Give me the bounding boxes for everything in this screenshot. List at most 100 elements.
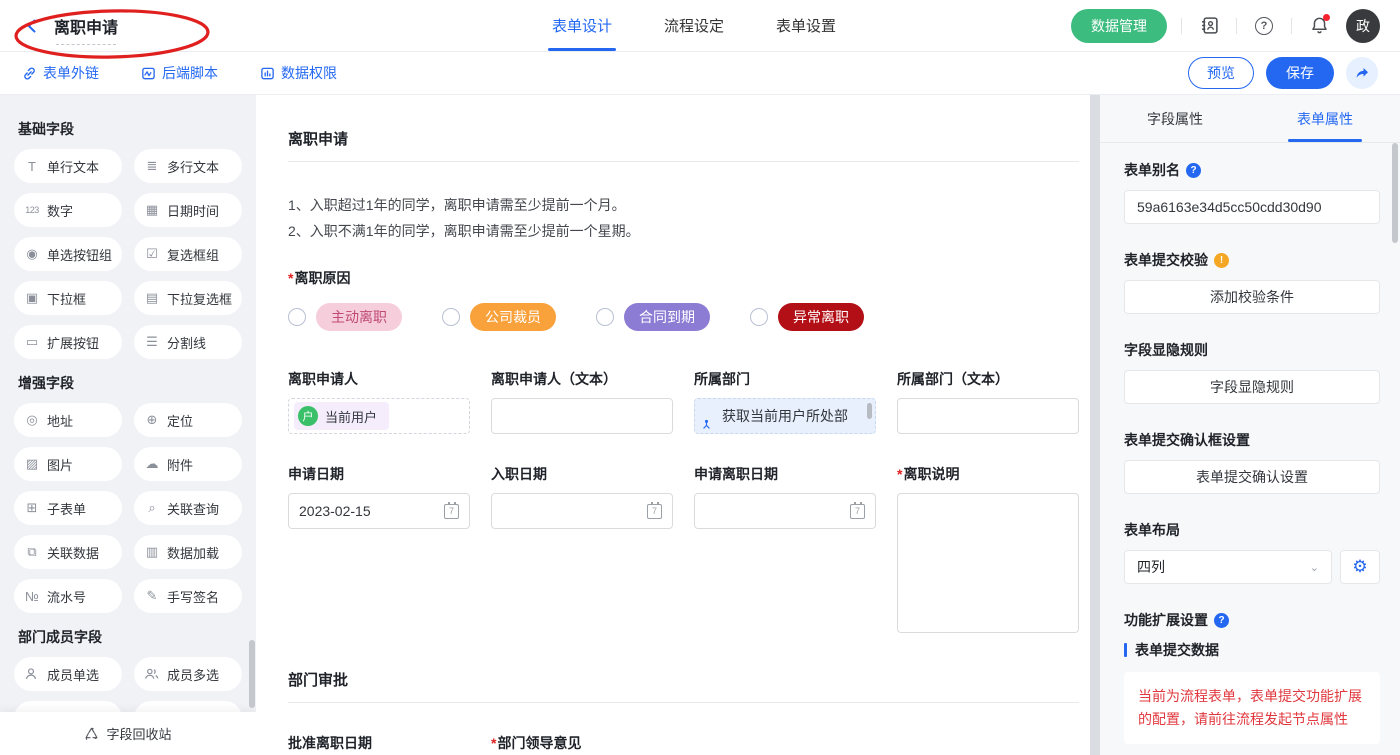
field-chip-attachment[interactable]: ☁附件 [134, 447, 242, 481]
notifications-button[interactable] [1306, 13, 1332, 39]
panel-tab-field-props[interactable]: 字段属性 [1100, 95, 1250, 142]
field-chip-relation-data[interactable]: ⧉关联数据 [14, 535, 122, 569]
field-chip-single-line-text[interactable]: T单行文本 [14, 149, 122, 183]
alias-input[interactable] [1124, 190, 1380, 224]
contacts-icon [1200, 16, 1219, 35]
field-chip-divider[interactable]: ☰分割线 [134, 325, 242, 359]
help-icon: ? [1255, 17, 1273, 35]
tab-flow-setting[interactable]: 流程设定 [662, 0, 726, 51]
field-chip-sub-form[interactable]: ⊞子表单 [14, 491, 122, 525]
form-note-line: 1、入职超过1年的同学，离职申请需至少提前一个月。 [288, 192, 1079, 218]
submit-validation-button[interactable]: 添加校验条件 [1124, 280, 1380, 314]
palette-grid: T单行文本 ≣多行文本 123数字 ▦日期时间 ◉单选按钮组 ☑复选框组 ▣下拉框 ▤下拉复选… [14, 149, 242, 359]
field-label: 批准离职日期 [288, 733, 470, 753]
field-chip-extend-button[interactable]: ▭扩展按钮 [14, 325, 122, 359]
field-chip-label: 成员多选 [167, 665, 219, 684]
radio-button[interactable] [596, 308, 614, 326]
field-label: *离职说明 [897, 464, 1079, 484]
contacts-button[interactable] [1196, 13, 1222, 39]
field-chip-signature[interactable]: ✎手写签名 [134, 579, 242, 613]
field-chip-serial-number[interactable]: №流水号 [14, 579, 122, 613]
field-chip-label: 分割线 [167, 333, 206, 352]
field-chip-relation-query[interactable]: ⌕关联查询 [134, 491, 242, 525]
leave-applicant-text-input[interactable] [491, 398, 673, 434]
button-icon: ▭ [24, 334, 40, 350]
entry-date-input[interactable]: 7 [491, 493, 673, 529]
radio-button[interactable] [442, 308, 460, 326]
share-button[interactable] [1346, 57, 1378, 89]
divider [1291, 18, 1292, 34]
field-chip-label: 关联查询 [167, 499, 219, 518]
field-department: 所属部门获取当前用户所处部 [694, 369, 876, 434]
field-recycle-bin[interactable]: 字段回收站 [0, 712, 256, 755]
submit-confirm-label: 表单提交确认框设置 [1124, 430, 1380, 450]
people-icon [144, 667, 160, 681]
alias-label: 表单别名 ? [1124, 160, 1380, 180]
field-chip-image[interactable]: ▨图片 [14, 447, 122, 481]
gear-icon: ⚙ [1352, 557, 1367, 577]
field-chip-member-single[interactable]: 成员单选 [14, 657, 122, 691]
reason-option-2[interactable]: 公司裁员 [442, 303, 556, 331]
tab-form-design[interactable]: 表单设计 [550, 0, 614, 51]
field-chip-label: 单选按钮组 [47, 245, 112, 264]
user-avatar[interactable]: 政 [1346, 9, 1380, 43]
data-permission-label: 数据权限 [281, 63, 337, 83]
data-manage-button[interactable]: 数据管理 [1071, 9, 1167, 43]
divider [1181, 18, 1182, 34]
field-chip-multi-select[interactable]: ▤下拉复选框 [134, 281, 242, 315]
layout-select[interactable]: 四列 ⌄ [1124, 550, 1332, 584]
calendar-icon: 7 [850, 504, 865, 519]
field-label: *部门领导意见 [491, 733, 673, 753]
field-chip-label: 下拉复选框 [167, 289, 232, 308]
field-chip-locate[interactable]: ⊕定位 [134, 403, 242, 437]
help-icon[interactable]: ? [1186, 163, 1201, 178]
tab-form-setting[interactable]: 表单设置 [774, 0, 838, 51]
user-tag-icon: 户 [298, 406, 318, 426]
field-chip-label: 数据加载 [167, 543, 219, 562]
field-visibility-button[interactable]: 字段显隐规则 [1124, 370, 1380, 404]
help-icon[interactable]: ? [1214, 613, 1229, 628]
field-chip-checkbox-group[interactable]: ☑复选框组 [134, 237, 242, 271]
help-button[interactable]: ? [1251, 13, 1277, 39]
field-chip-address[interactable]: ◎地址 [14, 403, 122, 437]
panel-tab-form-props[interactable]: 表单属性 [1250, 95, 1400, 142]
radio-button[interactable] [750, 308, 768, 326]
field-chip-select[interactable]: ▣下拉框 [14, 281, 122, 315]
inner-scrollbar[interactable] [867, 403, 872, 419]
link-icon [22, 66, 37, 81]
reason-option-4[interactable]: 异常离职 [750, 303, 864, 331]
department-field[interactable]: 获取当前用户所处部 [694, 398, 876, 434]
canvas-scrollbar-track[interactable] [1090, 95, 1100, 755]
layout-settings-button[interactable]: ⚙ [1340, 550, 1380, 584]
field-chip-data-load[interactable]: ▥数据加载 [134, 535, 242, 569]
preview-button[interactable]: 预览 [1188, 57, 1254, 89]
field-chip-radio-group[interactable]: ◉单选按钮组 [14, 237, 122, 271]
field-chip-member-multi[interactable]: 成员多选 [134, 657, 242, 691]
required-asterisk: * [897, 466, 902, 482]
save-button[interactable]: 保存 [1266, 57, 1334, 89]
back-chevron-icon [24, 18, 40, 34]
leave-apply-date-input[interactable]: 7 [694, 493, 876, 529]
page-title[interactable]: 离职申请 [54, 14, 118, 38]
back-button[interactable] [20, 14, 44, 38]
field-department-text: 所属部门（文本） [897, 369, 1079, 434]
field-chip-datetime[interactable]: ▦日期时间 [134, 193, 242, 227]
panel-scrollbar[interactable] [1392, 143, 1398, 243]
reason-option-1[interactable]: 主动离职 [288, 303, 402, 331]
field-palette-sidebar: 基础字段T单行文本≣多行文本123数字▦日期时间◉单选按钮组☑复选框组▣下拉框▤… [0, 95, 256, 755]
field-chip-label: 多行文本 [167, 157, 219, 176]
leave-note-textarea[interactable] [897, 493, 1079, 633]
apply-date-input[interactable]: 2023-02-157 [288, 493, 470, 529]
field-chip-number[interactable]: 123数字 [14, 193, 122, 227]
reason-option-3[interactable]: 合同到期 [596, 303, 710, 331]
data-permission-link[interactable]: 数据权限 [260, 63, 337, 83]
submit-confirm-button[interactable]: 表单提交确认设置 [1124, 460, 1380, 494]
form-external-link-link[interactable]: 表单外链 [22, 63, 99, 83]
field-chip-multi-line-text[interactable]: ≣多行文本 [134, 149, 242, 183]
approve-section-title: 部门审批 [288, 669, 1079, 703]
radio-button[interactable] [288, 308, 306, 326]
leave-applicant-field[interactable]: 户当前用户 [288, 398, 470, 434]
sidebar-scrollbar[interactable] [249, 640, 255, 708]
department-text-input[interactable] [897, 398, 1079, 434]
backend-script-link[interactable]: 后端脚本 [141, 63, 218, 83]
